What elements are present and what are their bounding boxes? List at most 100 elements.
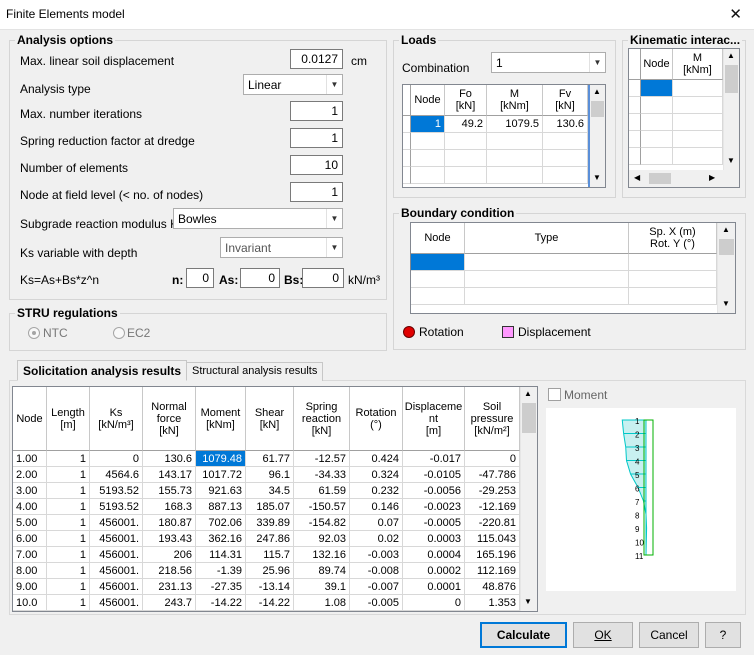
results-cell[interactable]: 231.13 xyxy=(143,579,196,595)
results-cell[interactable]: 206 xyxy=(143,547,196,563)
results-cell[interactable]: 456001. xyxy=(90,595,143,611)
results-cell[interactable]: 0 xyxy=(465,451,520,467)
results-cell[interactable]: 7.00 xyxy=(13,547,47,563)
results-cell[interactable]: 25.96 xyxy=(246,563,294,579)
results-cell[interactable]: -0.005 xyxy=(350,595,403,611)
results-cell[interactable]: -12.57 xyxy=(294,451,350,467)
results-cell[interactable]: 8.00 xyxy=(13,563,47,579)
scroll-right-icon[interactable]: ▶ xyxy=(709,173,715,182)
scroll-down-icon[interactable]: ▼ xyxy=(524,597,532,606)
results-cell[interactable]: 96.1 xyxy=(246,467,294,483)
results-cell[interactable]: 1 xyxy=(47,595,90,611)
bs-input[interactable]: 0 xyxy=(302,268,344,288)
results-cell[interactable]: 115.7 xyxy=(246,547,294,563)
results-cell[interactable]: 456001. xyxy=(90,563,143,579)
chevron-down-icon[interactable]: ▼ xyxy=(589,53,605,72)
scroll-up-icon[interactable]: ▲ xyxy=(524,389,532,398)
results-cell[interactable]: -29.253 xyxy=(465,483,520,499)
results-cell[interactable]: 0.232 xyxy=(350,483,403,499)
loads-cell-fv[interactable]: 130.6 xyxy=(543,116,588,133)
boundary-cell-spx[interactable] xyxy=(629,254,717,271)
kin-cell-m[interactable] xyxy=(673,80,723,97)
results-cell[interactable]: 456001. xyxy=(90,579,143,595)
results-cell[interactable]: 1 xyxy=(47,499,90,515)
results-cell[interactable]: -0.0023 xyxy=(403,499,465,515)
results-cell[interactable]: 143.17 xyxy=(143,467,196,483)
results-cell[interactable]: 92.03 xyxy=(294,531,350,547)
results-cell[interactable]: 456001. xyxy=(90,547,143,563)
results-cell[interactable]: 3.00 xyxy=(13,483,47,499)
close-icon[interactable]: ✕ xyxy=(729,5,742,23)
scroll-up-icon[interactable]: ▲ xyxy=(593,87,601,96)
results-cell[interactable]: 1079.48 xyxy=(196,451,246,467)
chevron-down-icon[interactable]: ▼ xyxy=(326,238,342,257)
as-input[interactable]: 0 xyxy=(240,268,280,288)
results-cell[interactable]: 0.02 xyxy=(350,531,403,547)
results-cell[interactable]: 0 xyxy=(90,451,143,467)
results-cell[interactable]: 1 xyxy=(47,451,90,467)
results-cell[interactable]: -0.008 xyxy=(350,563,403,579)
kin-hscrollbar[interactable]: ◀ ▶ xyxy=(629,170,739,187)
results-cell[interactable]: 1 xyxy=(47,579,90,595)
results-cell[interactable]: 1 xyxy=(47,483,90,499)
results-cell[interactable]: 0.0003 xyxy=(403,531,465,547)
results-cell[interactable]: 0 xyxy=(403,595,465,611)
results-cell[interactable]: -0.0005 xyxy=(403,515,465,531)
results-cell[interactable]: 10.0 xyxy=(13,595,47,611)
results-cell[interactable]: 1 xyxy=(47,531,90,547)
results-cell[interactable]: -0.0056 xyxy=(403,483,465,499)
boundary-scrollbar[interactable]: ▲ ▼ xyxy=(717,223,735,313)
results-cell[interactable]: 6.00 xyxy=(13,531,47,547)
results-cell[interactable]: 61.59 xyxy=(294,483,350,499)
results-cell[interactable]: -14.22 xyxy=(246,595,294,611)
results-scrollbar[interactable]: ▲ ▼ xyxy=(520,387,537,611)
results-cell[interactable]: 339.89 xyxy=(246,515,294,531)
calculate-button[interactable]: Calculate xyxy=(480,622,567,648)
scroll-up-icon[interactable]: ▲ xyxy=(727,51,735,60)
help-button[interactable]: ? xyxy=(705,622,741,648)
cancel-button[interactable]: Cancel xyxy=(639,622,699,648)
scroll-down-icon[interactable]: ▼ xyxy=(593,173,601,182)
spring-factor-input[interactable]: 1 xyxy=(290,128,343,148)
loads-row-1[interactable]: 1 49.2 1079.5 130.6 xyxy=(403,116,588,133)
results-cell[interactable]: 0.07 xyxy=(350,515,403,531)
results-cell[interactable]: 9.00 xyxy=(13,579,47,595)
boundary-cell-type[interactable] xyxy=(465,254,629,271)
results-cell[interactable]: 921.63 xyxy=(196,483,246,499)
results-cell[interactable]: 1017.72 xyxy=(196,467,246,483)
boundary-cell-node[interactable] xyxy=(411,254,465,271)
results-cell[interactable]: 61.77 xyxy=(246,451,294,467)
results-cell[interactable]: 1 xyxy=(47,515,90,531)
results-cell[interactable]: 0.0002 xyxy=(403,563,465,579)
scroll-left-icon[interactable]: ◀ xyxy=(634,173,640,182)
results-cell[interactable]: -13.14 xyxy=(246,579,294,595)
analysis-type-select[interactable]: Linear ▼ xyxy=(243,74,343,95)
results-cell[interactable]: 5.00 xyxy=(13,515,47,531)
results-cell[interactable]: 114.31 xyxy=(196,547,246,563)
n-input[interactable]: 0 xyxy=(186,268,214,288)
results-cell[interactable]: 130.6 xyxy=(143,451,196,467)
loads-cell-fo[interactable]: 49.2 xyxy=(445,116,487,133)
results-cell[interactable]: 168.3 xyxy=(143,499,196,515)
results-cell[interactable]: 456001. xyxy=(90,531,143,547)
results-cell[interactable]: 115.043 xyxy=(465,531,520,547)
results-cell[interactable]: 702.06 xyxy=(196,515,246,531)
results-cell[interactable]: 48.876 xyxy=(465,579,520,595)
tab-structural[interactable]: Structural analysis results xyxy=(186,362,324,381)
results-cell[interactable]: 0.0001 xyxy=(403,579,465,595)
results-cell[interactable]: -154.82 xyxy=(294,515,350,531)
results-cell[interactable]: 0.424 xyxy=(350,451,403,467)
loads-cell-m[interactable]: 1079.5 xyxy=(487,116,543,133)
chevron-down-icon[interactable]: ▼ xyxy=(326,209,342,228)
results-cell[interactable]: 1.08 xyxy=(294,595,350,611)
ks-select[interactable]: Bowles ▼ xyxy=(173,208,343,229)
results-cell[interactable]: -27.35 xyxy=(196,579,246,595)
results-cell[interactable]: 5193.52 xyxy=(90,483,143,499)
results-cell[interactable]: 362.16 xyxy=(196,531,246,547)
results-cell[interactable]: 34.5 xyxy=(246,483,294,499)
results-cell[interactable]: -0.0105 xyxy=(403,467,465,483)
results-cell[interactable]: -0.003 xyxy=(350,547,403,563)
results-cell[interactable]: -14.22 xyxy=(196,595,246,611)
results-cell[interactable]: -0.007 xyxy=(350,579,403,595)
results-cell[interactable]: 887.13 xyxy=(196,499,246,515)
